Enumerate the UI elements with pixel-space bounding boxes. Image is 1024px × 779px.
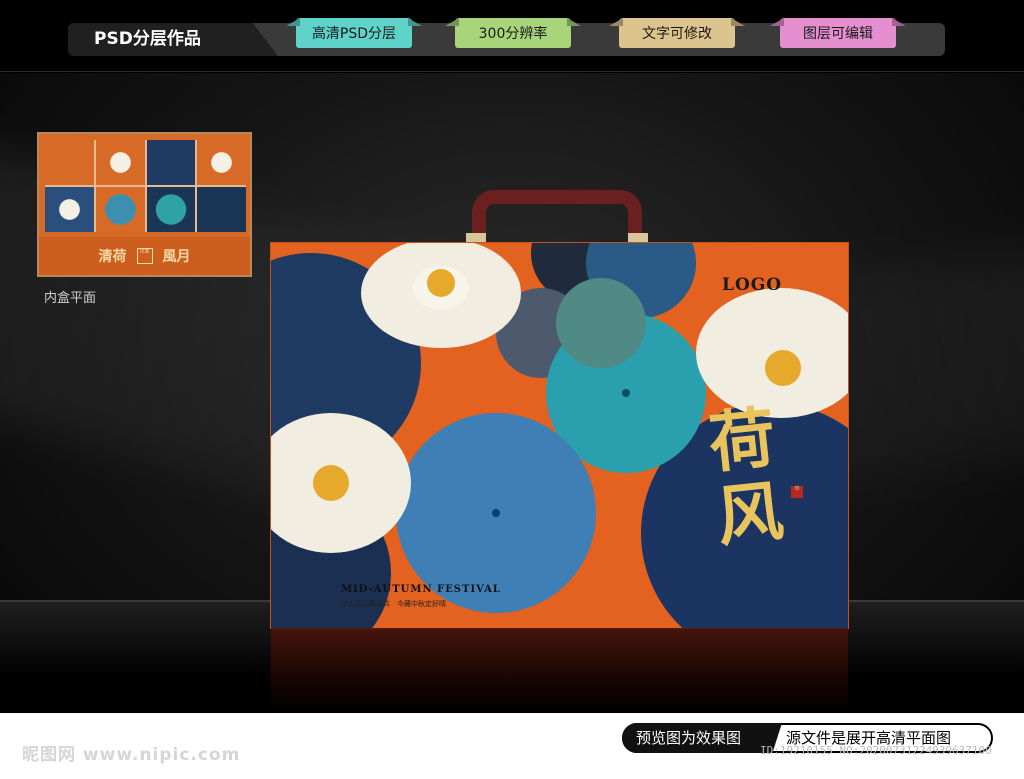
box-subtitle: 故人明月能家共 今藏中秋定好晴 bbox=[341, 600, 446, 608]
thumbnail-grid bbox=[45, 140, 246, 232]
site-watermark: 昵图网 www.nipic.com bbox=[22, 745, 241, 765]
box-seal: 印 bbox=[791, 486, 803, 498]
box-festival-title: MID-AUTUMN FESTIVAL bbox=[341, 584, 501, 595]
thumbnail-seal: 印章 bbox=[136, 248, 153, 264]
gift-box: LOGO 荷风 印 MID-AUTUMN FESTIVAL 故人明月能家共 今藏… bbox=[271, 243, 848, 628]
tag-editable-layers: 图层可编辑 bbox=[780, 18, 896, 48]
leaf-center bbox=[622, 389, 630, 397]
lotus-leaf bbox=[556, 278, 646, 368]
header-title: PSD分层作品 bbox=[68, 23, 278, 56]
preview-label: 预览图为效果图 bbox=[622, 723, 782, 753]
thumbnail-left-text: 清荷 bbox=[98, 249, 127, 265]
lotus-flower bbox=[361, 243, 521, 348]
thumbnail-right-text: 風月 bbox=[162, 249, 191, 265]
tag-resolution: 300分辨率 bbox=[455, 18, 571, 48]
top-bar: PSD分层作品 高清PSD分层 300分辨率 文字可修改 图层可编辑 bbox=[0, 0, 1024, 72]
box-logo: LOGO bbox=[722, 275, 783, 295]
tag-hd-psd: 高清PSD分层 bbox=[296, 18, 412, 48]
image-id: ID:19210155 NO:20200731224939637100 bbox=[760, 744, 992, 757]
thumbnail-title-bar: 清荷 印章 風月 bbox=[39, 237, 250, 275]
leaf-center bbox=[492, 509, 500, 517]
lotus-flower bbox=[696, 288, 848, 418]
tag-editable-text: 文字可修改 bbox=[619, 18, 735, 48]
thumbnail-caption: 内盒平面 bbox=[44, 291, 97, 306]
box-reflection bbox=[271, 628, 848, 713]
box-handle bbox=[472, 190, 642, 250]
inner-box-thumbnail: 清荷 印章 風月 bbox=[37, 132, 252, 277]
